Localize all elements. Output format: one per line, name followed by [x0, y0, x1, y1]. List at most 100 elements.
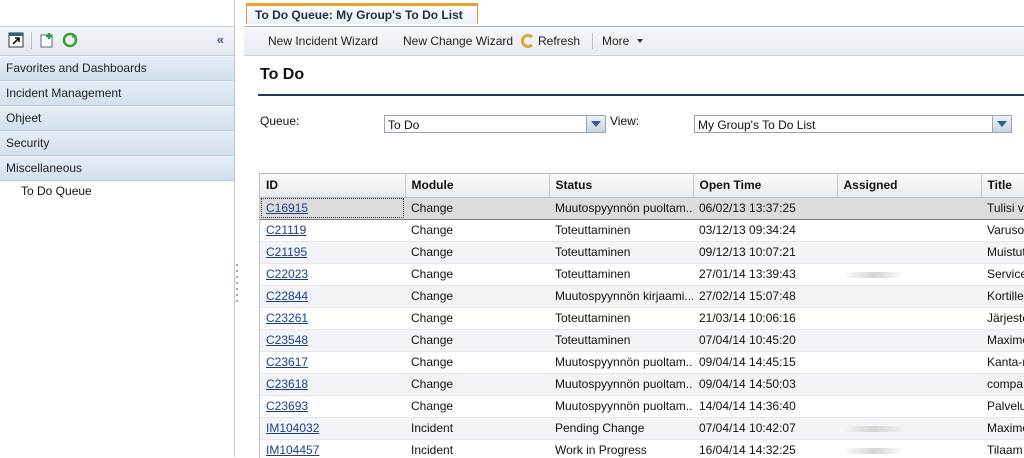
cell-title: Muistut	[981, 241, 1024, 264]
record-id-link[interactable]: C21195	[266, 245, 307, 259]
queue-select[interactable]: To Do	[384, 115, 606, 133]
refresh-nav-icon[interactable]	[62, 32, 78, 48]
cell-assigned	[837, 307, 981, 330]
column-header-open-time[interactable]: Open Time	[693, 174, 838, 198]
view-label: View:	[610, 114, 640, 128]
add-favorite-icon[interactable]	[39, 32, 55, 48]
table-row[interactable]: C23617 Change Muutospyynnön puoltam... 09/0…	[260, 351, 1024, 374]
cell-title: compa	[981, 373, 1024, 396]
cell-status: Toteuttaminen	[549, 241, 693, 264]
new-change-wizard-button[interactable]: New Change Wizard	[403, 27, 513, 55]
record-id-link[interactable]: C23693	[266, 399, 308, 413]
record-id-link[interactable]: C22023	[266, 267, 308, 281]
toolbar-separator	[592, 33, 593, 49]
nav-section-favorites[interactable]: Favorites and Dashboards	[0, 56, 234, 81]
table-row[interactable]: C21119 Change Toteuttaminen 03/12/13 09:34:…	[260, 219, 1024, 242]
more-label: More	[602, 34, 630, 48]
table-row[interactable]: C22023 Change Toteuttaminen 27/01/14 13:39:…	[260, 263, 1024, 286]
table-row[interactable]: IM104457 Incident Work in Progress 16/04/14…	[260, 439, 1024, 458]
table-row[interactable]: C22844 Change Muutospyynnön kirjaami... 27/…	[260, 285, 1024, 308]
cell-status: Muutospyynnön puoltam...	[549, 351, 693, 374]
cell-module: Change	[405, 307, 549, 330]
collapse-sidebar-icon[interactable]: «	[217, 32, 224, 47]
more-menu-button[interactable]: More	[602, 27, 643, 55]
cell-id: C23693	[260, 395, 405, 418]
cell-status: Toteuttaminen	[549, 263, 693, 286]
cell-open-time: 16/04/14 14:32:25	[693, 439, 837, 458]
cell-assigned	[837, 373, 981, 396]
cell-assigned	[837, 417, 981, 440]
nav-section-security[interactable]: Security	[0, 131, 234, 156]
table-row[interactable]: C23693 Change Muutospyynnön puoltam... 14/0…	[260, 395, 1024, 418]
cell-id: C22844	[260, 285, 405, 308]
record-id-link[interactable]: IM104457	[266, 443, 319, 457]
cell-open-time: 21/03/14 10:06:16	[693, 307, 837, 330]
cell-id: C16915	[260, 196, 405, 220]
to-do-table: ID Module Status Open Time Assigned Titl…	[259, 173, 1024, 458]
sidebar-top-space	[0, 0, 234, 26]
cell-id: C23548	[260, 329, 405, 352]
view-select-value: My Group's To Do List	[698, 118, 816, 132]
column-header-assigned[interactable]: Assigned	[837, 174, 982, 198]
record-id-link[interactable]: C16915	[266, 201, 308, 215]
cell-status: Muutospyynnön puoltam...	[549, 196, 693, 220]
nav-section-incident-management[interactable]: Incident Management	[0, 81, 234, 106]
record-id-link[interactable]: C23617	[266, 355, 308, 369]
cell-title: Maximo	[981, 329, 1024, 352]
cell-status: Muutospyynnön kirjaami...	[549, 285, 693, 308]
cell-open-time: 09/12/13 10:07:21	[693, 241, 837, 264]
record-id-link[interactable]: C21119	[266, 223, 306, 237]
cell-open-time: 07/04/14 10:45:20	[693, 329, 837, 352]
table-row[interactable]: C23548 Change Toteuttaminen 07/04/14 10:45:…	[260, 329, 1024, 352]
nav-item-to-do-queue[interactable]: To Do Queue	[0, 181, 234, 201]
cell-title: Kanta-r	[981, 351, 1024, 374]
cell-title: Service	[981, 263, 1024, 286]
cell-title: Varuso	[981, 219, 1024, 242]
nav-section-ohjeet[interactable]: Ohjeet	[0, 106, 234, 131]
table-row[interactable]: C21195 Change Toteuttaminen 09/12/13 10:07:…	[260, 241, 1024, 264]
cell-id: C21195	[260, 241, 405, 264]
column-header-module[interactable]: Module	[405, 174, 550, 198]
tab-to-do-queue[interactable]: To Do Queue: My Group's To Do List	[246, 3, 478, 24]
record-id-link[interactable]: IM104032	[266, 421, 319, 435]
panel-splitter-handle[interactable]	[235, 264, 239, 302]
nav-section-miscellaneous[interactable]: Miscellaneous	[0, 156, 234, 181]
record-id-link[interactable]: C23618	[266, 377, 308, 391]
column-header-status[interactable]: Status	[549, 174, 694, 198]
record-id-link[interactable]: C23261	[266, 311, 308, 325]
cell-module: Change	[405, 395, 549, 418]
table-row[interactable]: C23261 Change Toteuttaminen 21/03/14 10:06:…	[260, 307, 1024, 330]
record-id-link[interactable]: C23548	[266, 333, 308, 347]
cell-status: Work in Progress	[549, 439, 693, 458]
cell-status: Pending Change	[549, 417, 693, 440]
queue-select-value: To Do	[388, 118, 420, 132]
table-row[interactable]: C16915 Change Muutospyynnön puoltam... 06/0…	[260, 196, 1024, 220]
navigation-sidebar: « Favorites and Dashboards Incident Mana…	[0, 0, 235, 457]
cell-id: IM104032	[260, 417, 405, 440]
new-incident-wizard-button[interactable]: New Incident Wizard	[268, 27, 378, 55]
record-id-link[interactable]: C22844	[266, 289, 308, 303]
page-title: To Do	[260, 66, 305, 83]
cell-assigned	[837, 329, 981, 352]
cell-assigned	[837, 263, 981, 286]
view-dropdown-icon[interactable]	[992, 116, 1011, 132]
cell-title: Tulisi v	[981, 196, 1024, 220]
queue-dropdown-icon[interactable]	[586, 116, 605, 132]
cell-open-time: 09/04/14 14:50:03	[693, 373, 837, 396]
open-window-icon[interactable]	[8, 32, 24, 48]
cell-module: Incident	[405, 439, 549, 458]
column-header-title[interactable]: Title	[981, 174, 1024, 198]
cell-id: C21119	[260, 219, 405, 242]
table-row[interactable]: C23618 Change Muutospyynnön puoltam... 09/0…	[260, 373, 1024, 396]
chevron-down-icon	[636, 39, 643, 43]
table-row[interactable]: IM104032 Incident Pending Change 07/04/14 1…	[260, 417, 1024, 440]
redacted-assignee	[843, 271, 905, 278]
cell-assigned	[837, 196, 981, 220]
action-toolbar: New Incident Wizard New Change Wizard Re…	[244, 27, 1024, 56]
view-select[interactable]: My Group's To Do List	[694, 115, 1012, 133]
cell-status: Toteuttaminen	[549, 307, 693, 330]
queue-label: Queue:	[260, 114, 300, 128]
column-header-id[interactable]: ID	[260, 174, 406, 198]
refresh-button[interactable]: Refresh	[521, 27, 580, 55]
toolbar-separator	[31, 32, 32, 49]
